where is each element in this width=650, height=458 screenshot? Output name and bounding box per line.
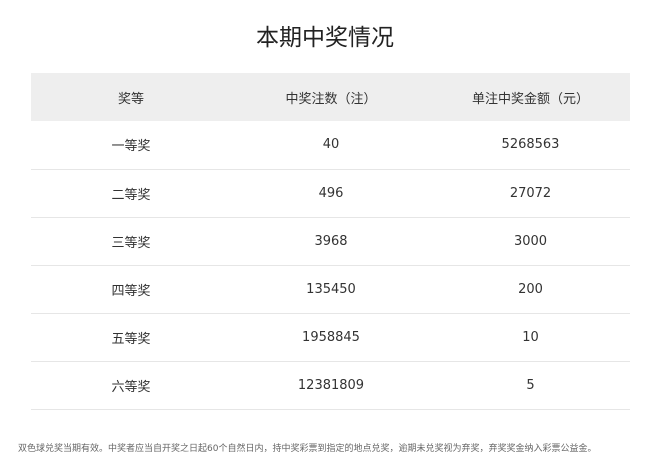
table-header-row: 奖等 中奖注数（注） 单注中奖金额（元）	[31, 73, 630, 121]
prize-level-cell: 三等奖	[111, 235, 151, 251]
winner-count-cell: 40	[322, 137, 340, 153]
prize-table: 奖等 中奖注数（注） 单注中奖金额（元） 一等奖 40 5268563 二等奖 …	[31, 73, 630, 410]
prize-amount-cell: 5	[526, 377, 535, 393]
page-title: 本期中奖情况	[256, 25, 394, 52]
table-row: 二等奖 496 27072	[31, 169, 630, 217]
prize-level-cell: 五等奖	[111, 331, 151, 347]
column-header-count: 中奖注数（注）	[285, 91, 377, 107]
redemption-notice: 双色球兑奖当期有效。中奖者应当自开奖之日起60个自然日内，持中奖彩票到指定的地点…	[18, 444, 597, 454]
prize-amount-cell: 27072	[509, 185, 552, 201]
table-row: 六等奖 12381809 5	[31, 361, 630, 409]
prize-amount-cell: 10	[522, 329, 539, 345]
table-row: 四等奖 135450 200	[31, 265, 630, 313]
table-row: 三等奖 3968 3000	[31, 217, 630, 265]
column-header-level: 奖等	[117, 91, 144, 107]
winner-count-cell: 3968	[314, 233, 348, 249]
column-header-amount: 单注中奖金额（元）	[471, 91, 589, 107]
winner-count-cell: 1958845	[302, 329, 360, 345]
prize-level-cell: 一等奖	[111, 139, 151, 155]
prize-amount-cell: 3000	[513, 233, 548, 249]
prize-amount-cell: 5268563	[501, 137, 560, 153]
prize-level-cell: 四等奖	[111, 283, 151, 299]
winner-count-cell: 135450	[306, 281, 356, 297]
prize-level-cell: 二等奖	[111, 187, 151, 203]
prize-amount-cell: 200	[518, 281, 543, 297]
table-row: 一等奖 40 5268563	[31, 121, 630, 169]
winner-count-cell: 12381809	[297, 377, 365, 393]
winner-count-cell: 496	[318, 185, 344, 201]
table-row: 五等奖 1958845 10	[31, 313, 630, 361]
prize-level-cell: 六等奖	[111, 379, 151, 395]
